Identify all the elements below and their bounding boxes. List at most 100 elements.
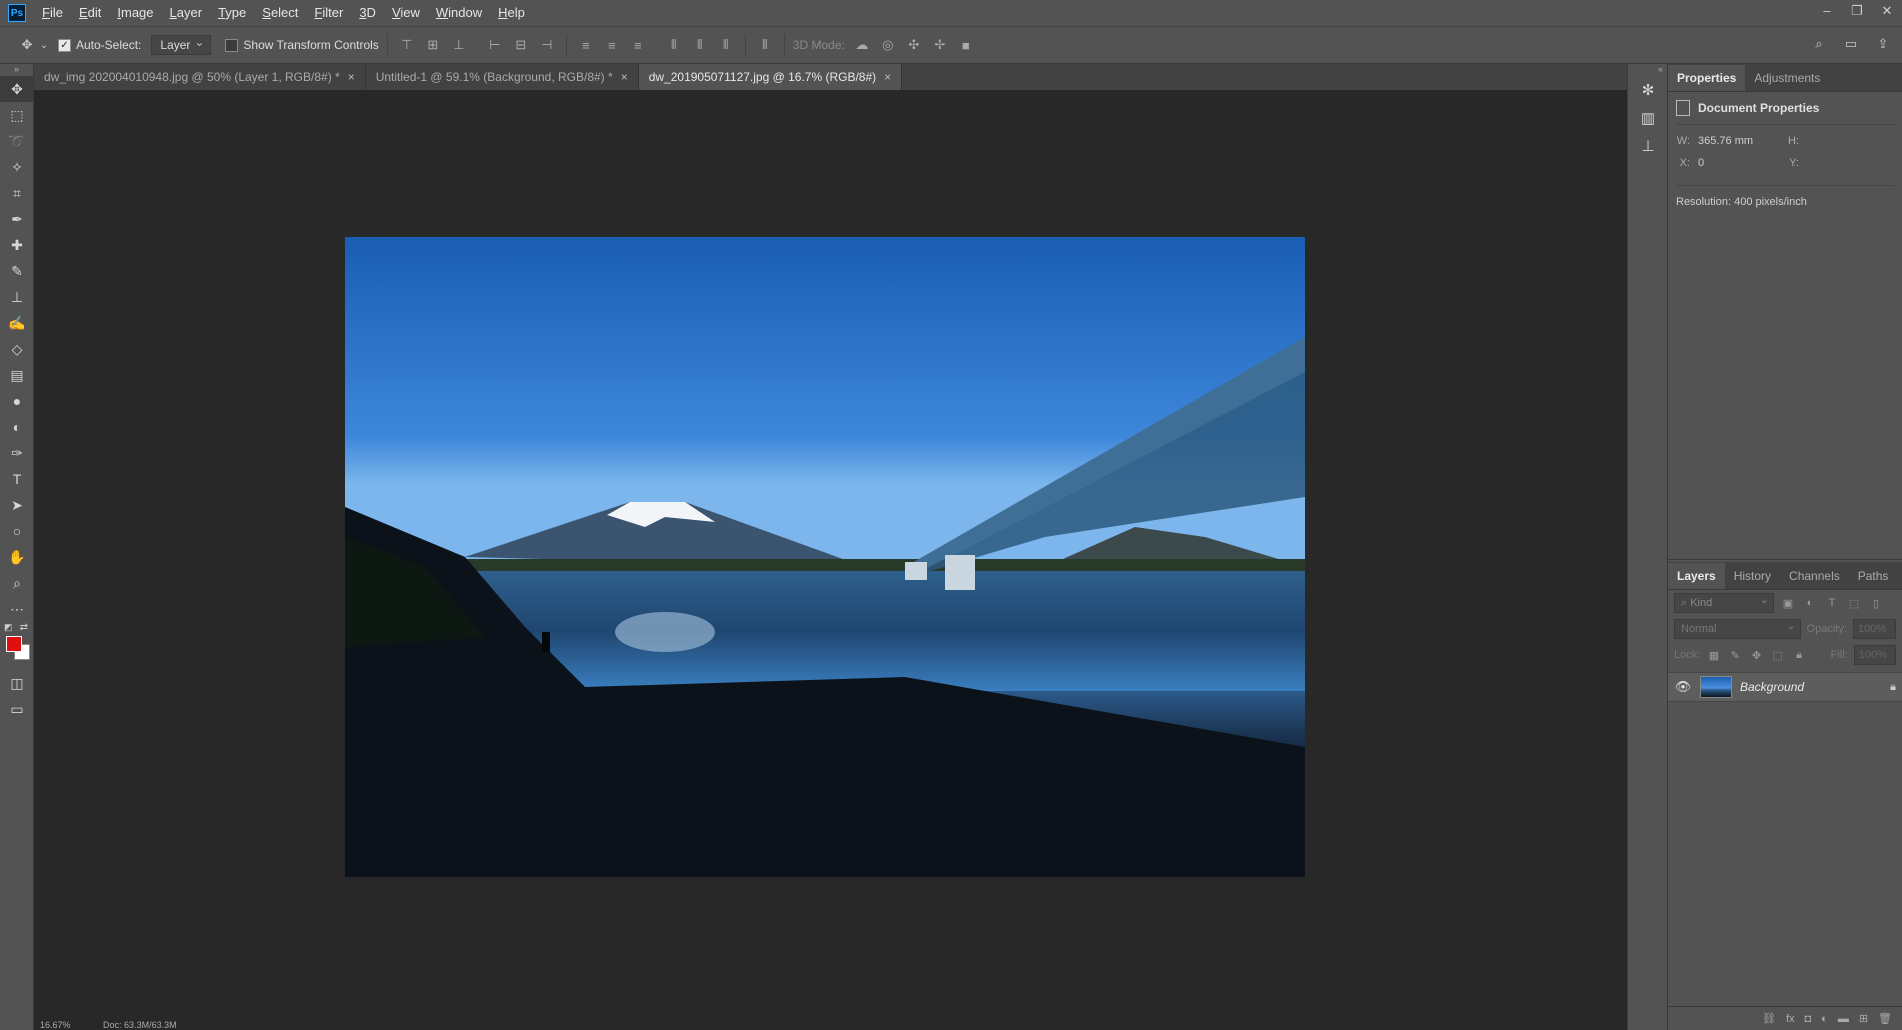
menu-file[interactable]: File <box>34 0 71 26</box>
eye-icon[interactable]: 👁︎ <box>1674 679 1692 695</box>
lock-transparent-icon[interactable]: ▦ <box>1706 647 1721 663</box>
minimize-button[interactable]: – <box>1812 0 1842 22</box>
menu-view[interactable]: View <box>384 0 428 26</box>
show-transform-control[interactable]: Show Transform Controls <box>225 38 379 52</box>
auto-select-target-dropdown[interactable]: Layer <box>151 33 212 55</box>
menu-3d[interactable]: 3D <box>351 0 384 26</box>
align-bottom-icon[interactable]: ⊥ <box>448 34 470 56</box>
type-tool-icon[interactable]: T <box>0 466 34 492</box>
close-tab-icon[interactable]: × <box>348 70 355 84</box>
eraser-tool-icon[interactable]: ◇ <box>0 336 34 362</box>
3d-scale-icon[interactable]: ■ <box>955 34 977 56</box>
layer-row[interactable]: 👁︎ Background 🔒︎ <box>1668 672 1902 702</box>
layer-name[interactable]: Background <box>1740 680 1882 694</box>
menu-help[interactable]: Help <box>490 0 533 26</box>
path-selection-tool-icon[interactable]: ➤ <box>0 492 34 518</box>
restore-button[interactable]: ❐ <box>1842 0 1872 22</box>
doc-size[interactable]: Doc: 63.3M/63.3M <box>103 1020 177 1030</box>
history-brush-tool-icon[interactable]: ✍ <box>0 310 34 336</box>
distribute-top-icon[interactable]: ≡ <box>575 34 597 56</box>
3d-roll-icon[interactable]: ◎ <box>877 34 899 56</box>
search-icon[interactable]: ⌕ <box>1808 33 1830 55</box>
tab-paths[interactable]: Paths <box>1849 563 1898 589</box>
new-group-icon[interactable]: ▬ <box>1838 1013 1849 1025</box>
blur-tool-icon[interactable]: ● <box>0 388 34 414</box>
quick-mask-icon[interactable]: ◫ <box>0 670 34 696</box>
lock-position-icon[interactable]: ✥ <box>1749 647 1764 663</box>
align-vcenter-icon[interactable]: ⊞ <box>422 34 444 56</box>
share-icon[interactable]: ⇪ <box>1872 33 1894 55</box>
filter-adjustment-icon[interactable]: ◐ <box>1802 595 1818 611</box>
lock-image-icon[interactable]: ✎ <box>1728 647 1743 663</box>
pen-tool-icon[interactable]: ✑ <box>0 440 34 466</box>
default-colors-icon[interactable]: ◩ <box>4 622 13 633</box>
blend-mode-dropdown[interactable]: Normal <box>1674 617 1801 639</box>
add-mask-icon[interactable]: ◘ <box>1805 1013 1812 1025</box>
3d-pan-icon[interactable]: ✣ <box>903 34 925 56</box>
link-layers-icon[interactable]: ⛓ <box>1762 1012 1776 1025</box>
lock-all-icon[interactable]: 🔒︎ <box>1791 647 1806 663</box>
hand-tool-icon[interactable]: ✋ <box>0 544 34 570</box>
filter-type-icon[interactable]: T <box>1824 595 1840 611</box>
close-button[interactable]: ✕ <box>1872 0 1902 22</box>
document-tab-active[interactable]: dw_201905071127.jpg @ 16.7% (RGB/8#) × <box>638 64 903 90</box>
menu-image[interactable]: Image <box>109 0 161 26</box>
x-field[interactable]: 0 <box>1698 157 1704 169</box>
clone-stamp-tool-icon[interactable]: ⊥ <box>0 284 34 310</box>
filter-smart-object-icon[interactable]: ▯ <box>1868 595 1884 611</box>
canvas-workspace[interactable] <box>40 90 1610 1022</box>
move-tool-icon[interactable]: ✥ <box>0 76 34 102</box>
menu-window[interactable]: Window <box>428 0 490 26</box>
auto-select-control[interactable]: ✓ Auto-Select: <box>58 38 141 52</box>
eyedropper-tool-icon[interactable]: ✒ <box>0 206 34 232</box>
3d-panel-icon[interactable]: ✻ <box>1628 76 1668 104</box>
menu-type[interactable]: Type <box>210 0 254 26</box>
magic-wand-tool-icon[interactable]: ✧ <box>0 154 34 180</box>
brush-tool-icon[interactable]: ✎ <box>0 258 34 284</box>
tab-adjustments[interactable]: Adjustments <box>1745 65 1829 91</box>
menu-layer[interactable]: Layer <box>162 0 211 26</box>
width-field[interactable]: 365.76 mm <box>1698 135 1753 147</box>
adjustment-layer-icon[interactable]: ◐ <box>1821 1013 1828 1025</box>
tab-properties[interactable]: Properties <box>1668 65 1746 91</box>
align-top-icon[interactable]: ⊤ <box>396 34 418 56</box>
layer-thumbnail[interactable] <box>1700 676 1732 698</box>
screen-mode-icon[interactable]: ▭ <box>0 696 34 722</box>
distribute-vcenter-icon[interactable]: ≡ <box>601 34 623 56</box>
clone-source-icon[interactable]: ⊥ <box>1628 132 1668 160</box>
filter-pixel-icon[interactable]: ▣ <box>1780 595 1796 611</box>
document-tab[interactable]: dw_img 202004010948.jpg @ 50% (Layer 1, … <box>34 64 366 90</box>
more-tools-icon[interactable]: ⋯ <box>0 596 34 622</box>
document-image[interactable] <box>345 237 1305 877</box>
histogram-icon[interactable]: ▥ <box>1628 104 1668 132</box>
fx-icon[interactable]: fx <box>1786 1013 1795 1025</box>
zoom-tool-icon[interactable]: ⌕ <box>0 570 34 596</box>
close-tab-icon[interactable]: × <box>884 70 891 84</box>
distribute-hcenter-icon[interactable]: ⦀ <box>689 34 711 56</box>
fill-field[interactable]: 100% <box>1853 645 1896 665</box>
crop-tool-icon[interactable]: ⌗ <box>0 180 34 206</box>
delete-layer-icon[interactable]: 🗑︎ <box>1878 1012 1892 1025</box>
marquee-tool-icon[interactable]: ⬚ <box>0 102 34 128</box>
dodge-tool-icon[interactable]: ◐ <box>0 414 34 440</box>
move-tool-preset-icon[interactable]: ✥ <box>16 34 38 56</box>
show-transform-checkbox[interactable] <box>225 38 239 52</box>
distribute-left-icon[interactable]: ⦀ <box>663 34 685 56</box>
collapse-grip-icon[interactable]: » <box>0 64 33 76</box>
menu-edit[interactable]: Edit <box>71 0 109 26</box>
menu-filter[interactable]: Filter <box>306 0 351 26</box>
gradient-tool-icon[interactable]: ▤ <box>0 362 34 388</box>
new-layer-icon[interactable]: ⊞ <box>1859 1012 1868 1025</box>
align-left-icon[interactable]: ⊢ <box>484 34 506 56</box>
auto-align-icon[interactable]: ⫴ <box>754 34 776 56</box>
chevron-down-icon[interactable]: ⌄ <box>38 34 50 56</box>
workspace-icon[interactable]: ▭ <box>1840 33 1862 55</box>
align-right-icon[interactable]: ⊣ <box>536 34 558 56</box>
swap-colors-icon[interactable]: ⇄ <box>20 622 28 633</box>
lasso-tool-icon[interactable]: ➰ <box>0 128 34 154</box>
lock-icon[interactable]: 🔒︎ <box>1890 681 1896 694</box>
shape-tool-icon[interactable]: ○ <box>0 518 34 544</box>
filter-shape-icon[interactable]: ⬚ <box>1846 595 1862 611</box>
menu-select[interactable]: Select <box>254 0 306 26</box>
distribute-bottom-icon[interactable]: ≡ <box>627 34 649 56</box>
